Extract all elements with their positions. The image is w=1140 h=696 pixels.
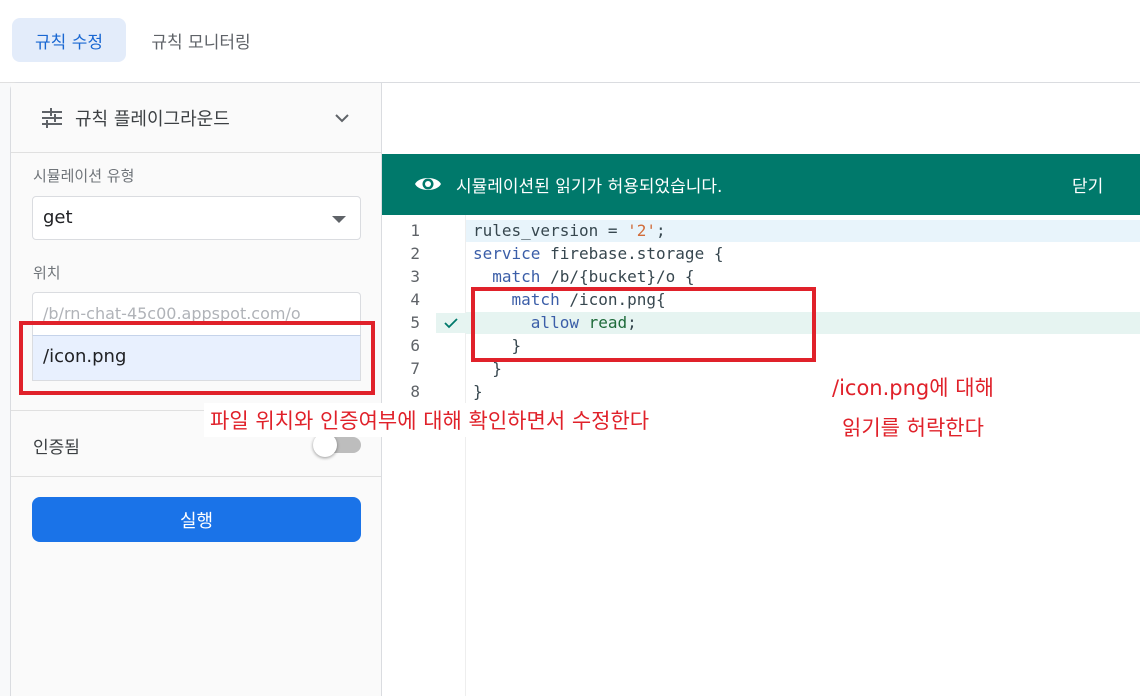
annotation-note-right-line2: 읽기를 허락한다 (842, 416, 984, 440)
line-number: 1 (410, 221, 420, 240)
playground-header[interactable]: 규칙 플레이그라운드 (11, 83, 381, 153)
simulation-result-banner: 시뮬레이션된 읽기가 허용되었습니다. 닫기 (382, 154, 1140, 215)
tune-icon (42, 108, 62, 128)
annotation-box-location (19, 321, 375, 395)
code-line: service firebase.storage { (473, 244, 724, 263)
line-number: 4 (410, 290, 420, 309)
run-button[interactable]: 실행 (32, 497, 361, 542)
simulation-type-label: 시뮬레이션 유형 (33, 167, 135, 185)
annotation-note-right-line1: /icon.png에 대해 (832, 376, 994, 400)
check-icon (436, 313, 466, 333)
divider (11, 476, 381, 477)
annotation-note-left: 파일 위치와 인증여부에 대해 확인하면서 수정한다 (204, 403, 656, 437)
code-line: rules_version = '2'; (473, 221, 666, 240)
tab-edit-rules[interactable]: 규칙 수정 (12, 18, 126, 62)
annotation-box-code (471, 287, 816, 362)
line-number: 7 (410, 359, 420, 378)
chevron-down-icon[interactable] (331, 107, 353, 129)
simulation-type-value: get (43, 207, 73, 228)
authenticated-label: 인증됨 (33, 438, 80, 458)
playground-title: 규칙 플레이그라운드 (75, 109, 230, 130)
line-number: 3 (410, 267, 420, 286)
dropdown-arrow-icon (332, 216, 346, 223)
code-line: match /b/{bucket}/o { (492, 267, 695, 286)
line-number: 2 (410, 244, 420, 263)
rules-editor-panel: 시뮬레이션된 읽기가 허용되었습니다. 닫기 1 2 3 4 5 6 7 8 r… (382, 82, 1140, 696)
simulation-type-select[interactable]: get (32, 196, 361, 240)
line-number: 8 (410, 382, 420, 401)
eye-icon (415, 178, 441, 190)
line-number: 6 (410, 336, 420, 355)
tab-monitor-rules[interactable]: 규칙 모니터링 (134, 18, 268, 62)
line-number-gutter: 1 2 3 4 5 6 7 8 (382, 215, 466, 696)
code-line: } (473, 382, 483, 401)
banner-message: 시뮬레이션된 읽기가 허용되었습니다. (456, 177, 723, 197)
line-number: 5 (410, 313, 420, 332)
close-button[interactable]: 닫기 (1072, 172, 1103, 197)
location-label: 위치 (33, 264, 61, 282)
